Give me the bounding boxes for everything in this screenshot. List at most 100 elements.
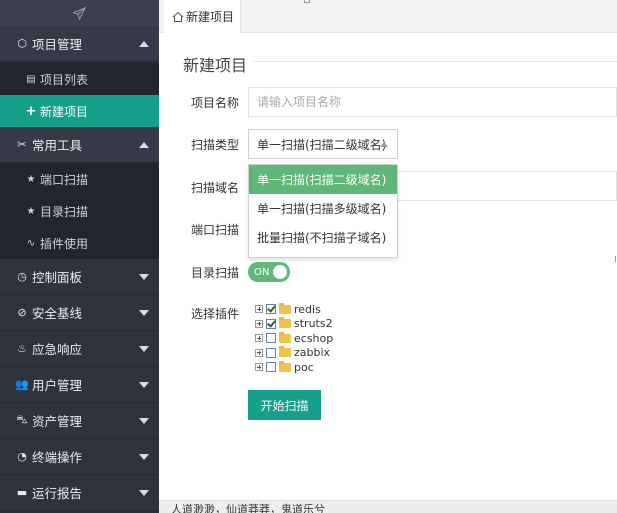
sidebar-item-port-scan[interactable]: ★ 端口扫描 xyxy=(0,163,159,195)
sidebar-item-new-project[interactable]: + 新建项目 xyxy=(0,95,159,127)
plugin-checkbox[interactable] xyxy=(266,304,276,314)
sidebar-group-label: 控制面板 xyxy=(32,270,83,285)
sidebar-group-label: 项目管理 xyxy=(32,37,83,52)
plugin-node: poc xyxy=(255,360,333,374)
sidebar-item-label: 插件使用 xyxy=(40,236,89,251)
scan-type-label: 扫描类型 xyxy=(191,138,240,152)
expand-icon[interactable] xyxy=(255,363,263,371)
tab-label: 新建项目 xyxy=(186,10,235,24)
file-icon: ▤ xyxy=(26,73,36,85)
sidebar-group-label: 应急响应 xyxy=(32,342,83,357)
sidebar-group-label: 用户管理 xyxy=(32,378,83,393)
plugin-name[interactable]: redis xyxy=(294,303,321,316)
tools-icon: ✂ xyxy=(17,138,27,151)
start-scan-button[interactable]: 开始扫描 xyxy=(248,390,321,420)
plugin-node: zabbix xyxy=(255,346,333,360)
plugins-label: 选择插件 xyxy=(191,307,240,321)
chevron-up-icon xyxy=(139,40,149,47)
sidebar-item-plugins[interactable]: ∿ 插件使用 xyxy=(0,227,159,259)
expand-icon[interactable] xyxy=(255,334,263,342)
chevron-down-icon xyxy=(139,453,149,460)
project-name-input[interactable] xyxy=(248,87,617,117)
folder-icon xyxy=(279,302,291,314)
sidebar-group-emergency-response[interactable]: ♨ 应急响应 xyxy=(0,331,159,367)
sidebar-group-common-tools[interactable]: ✂ 常用工具 xyxy=(0,127,159,163)
plugin-checkbox[interactable] xyxy=(266,318,276,329)
cube-icon: ⬡ xyxy=(17,37,27,50)
toggle-state-text: ON xyxy=(254,266,270,278)
plugin-node: redis xyxy=(255,302,333,316)
toggle-knob xyxy=(273,265,287,279)
chevron-down-icon xyxy=(139,273,149,280)
plugin-name[interactable]: poc xyxy=(294,361,314,374)
plugin-node: struts2 xyxy=(255,317,333,331)
scan-type-value: 单一扫描(扫描二级域名) xyxy=(257,137,387,152)
plugin-name[interactable]: ecshop xyxy=(294,332,333,345)
sidebar-group-label: 常用工具 xyxy=(32,138,83,153)
fire-icon: ♨ xyxy=(17,342,27,355)
sidebar-group-run-report[interactable]: ▬ 运行报告 xyxy=(0,475,159,511)
resize-handle[interactable] xyxy=(304,0,310,3)
plugin-checkbox[interactable] xyxy=(266,333,276,343)
sidebar-group-security-baseline[interactable]: ⊘ 安全基线 xyxy=(0,295,159,331)
paper-plane-icon xyxy=(73,6,86,20)
footer: 人道渺渺，仙道莽莽，鬼道乐兮 xyxy=(159,500,617,513)
expand-icon[interactable] xyxy=(255,348,263,357)
pulse-icon: ∿ xyxy=(26,237,36,249)
sidebar-item-label: 新建项目 xyxy=(40,104,89,119)
sidebar-item-dir-scan[interactable]: ★ 目录扫描 xyxy=(0,195,159,227)
sidebar-group-control-panel[interactable]: ◷ 控制面板 xyxy=(0,259,159,295)
sidebar-group-terminal-ops[interactable]: ◔ 终端操作 xyxy=(0,439,159,475)
sidebar-group-label: 终端操作 xyxy=(32,450,83,465)
dir-scan-toggle[interactable]: ON xyxy=(248,262,290,282)
sidebar: ⬡ 项目管理 ▤ 项目列表 + 新建项目 ✂ 常用工具 ★ 端口扫描 ★ 目录扫… xyxy=(0,0,159,513)
scan-domain-label: 扫描域名 xyxy=(191,181,240,195)
page-title: 新建项目 xyxy=(183,56,248,75)
star-icon: ★ xyxy=(26,173,36,185)
scan-type-option[interactable]: 单一扫描(扫描二级域名) xyxy=(249,165,397,194)
star-icon: ★ xyxy=(26,205,36,217)
comment-icon: ▬ xyxy=(16,486,28,499)
folder-icon xyxy=(279,317,291,328)
sidebar-group-label: 运行报告 xyxy=(32,486,83,501)
tab-new-project[interactable]: 新建项目 xyxy=(164,0,241,33)
expand-icon[interactable] xyxy=(255,319,263,328)
folder-icon xyxy=(279,360,291,372)
plus-icon: + xyxy=(25,103,37,119)
sidebar-group-user-management[interactable]: 👥 用户管理 xyxy=(0,367,159,403)
sidebar-item-label: 项目列表 xyxy=(40,72,89,87)
chevron-down-icon xyxy=(139,489,149,496)
dir-scan-label: 目录扫描 xyxy=(191,266,240,280)
sidebar-group-project-management[interactable]: ⬡ 项目管理 xyxy=(0,26,159,62)
sidebar-group-asset-management[interactable]: ⛍ 资产管理 xyxy=(0,403,159,439)
sidebar-item-project-list[interactable]: ▤ 项目列表 xyxy=(0,63,159,95)
sidebar-item-label: 端口扫描 xyxy=(40,172,89,187)
check-circle-icon: ⊘ xyxy=(17,306,27,319)
main-content: 新建项目 新建项目 项目名称 扫描类型 单一扫描(扫描二级域名) 扫描域名 单一… xyxy=(159,0,617,513)
sidebar-collapse-toggle[interactable] xyxy=(0,0,159,26)
chevron-down-icon xyxy=(139,309,149,316)
plugin-checkbox[interactable] xyxy=(266,362,276,372)
sidebar-item-label: 目录扫描 xyxy=(40,204,89,219)
dashboard-icon: ◷ xyxy=(17,270,27,283)
folder-icon xyxy=(279,331,291,343)
plugin-node: ecshop xyxy=(255,331,333,345)
expand-icon[interactable] xyxy=(255,305,263,313)
plugin-name[interactable]: zabbix xyxy=(294,346,330,359)
scan-type-select[interactable]: 单一扫描(扫描二级域名) xyxy=(248,129,398,159)
folder-icon xyxy=(279,346,291,357)
scan-type-option[interactable]: 批量扫描(不扫描子域名) xyxy=(249,223,397,252)
plugin-checkbox[interactable] xyxy=(266,347,276,358)
users-icon: 👥 xyxy=(15,378,29,391)
cart-icon: ⛍ xyxy=(16,413,28,426)
chevron-down-icon xyxy=(139,417,149,424)
chevron-down-icon xyxy=(139,381,149,388)
scan-type-option[interactable]: 单一扫描(扫描多级域名) xyxy=(249,194,397,223)
sidebar-group-label: 安全基线 xyxy=(32,306,83,321)
scan-type-dropdown: 单一扫描(扫描二级域名) 单一扫描(扫描多级域名) 批量扫描(不扫描子域名) xyxy=(248,164,398,258)
title-divider xyxy=(254,61,617,62)
sidebar-group-label: 资产管理 xyxy=(32,414,83,429)
chevron-down-icon xyxy=(139,345,149,352)
caret-up-icon xyxy=(380,142,388,147)
plugin-name[interactable]: struts2 xyxy=(294,317,333,330)
